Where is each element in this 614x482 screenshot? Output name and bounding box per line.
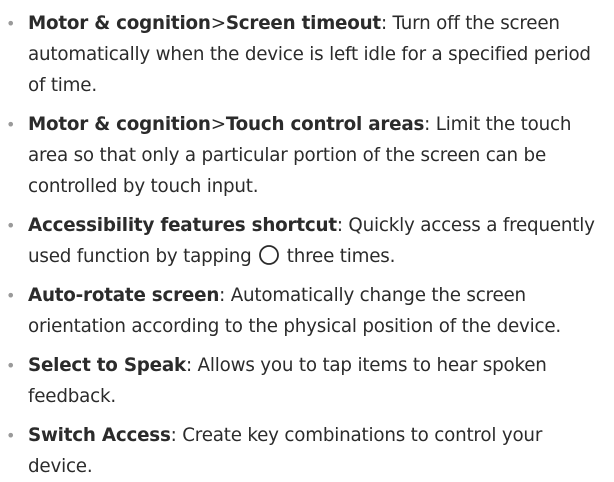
path-separator: > [210,114,226,135]
bullet-icon: • [6,426,16,445]
list-item-touch-control-areas: • Motor & cognition>Touch control areas:… [0,109,614,202]
term-menu: Motor & cognition [28,13,211,34]
list-item-auto-rotate: • Auto-rotate screen: Automatically chan… [0,280,614,342]
home-button-circle-icon [259,245,280,265]
term: Select to Speak [28,355,186,376]
path-separator: > [210,13,226,34]
term: Switch Access [28,425,171,446]
term-menu: Motor & cognition [28,114,211,135]
list-item-screen-timeout: • Motor & cognition>Screen timeout: Turn… [0,8,614,101]
feature-list: • Motor & cognition>Screen timeout: Turn… [0,0,614,482]
bullet-icon: • [6,14,16,33]
term: Accessibility features shortcut [28,215,337,236]
term-setting: Screen timeout [225,13,381,34]
list-item-accessibility-shortcut: • Accessibility features shortcut: Quick… [0,210,614,272]
bullet-icon: • [6,115,16,134]
term-setting: Touch control areas [225,114,425,135]
list-item-select-to-speak: • Select to Speak: Allows you to tap ite… [0,350,614,412]
bullet-icon: • [6,216,16,235]
bullet-icon: • [6,356,16,375]
term: Auto-rotate screen [28,285,220,306]
list-item-switch-access: • Switch Access: Create key combinations… [0,420,614,482]
item-description-end: three times. [281,246,396,267]
bullet-icon: • [6,286,16,305]
